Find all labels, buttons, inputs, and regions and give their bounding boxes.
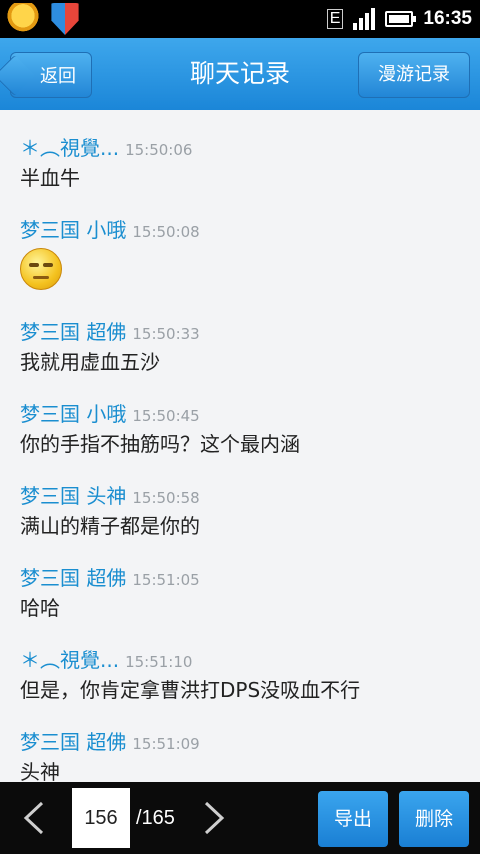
message-time: 15:50:06 <box>125 141 193 159</box>
message-time: 15:50:58 <box>132 489 200 507</box>
title-bar: 聊天记录 返回 漫游记录 <box>0 38 480 110</box>
pager-bar: 156 /165 导出 删除 <box>0 782 480 854</box>
network-type-indicator: E <box>326 9 344 29</box>
message-text: 我就用虚血五沙 <box>20 350 160 374</box>
notification-icons <box>6 3 82 35</box>
message-sender: 梦三国 超佛 <box>20 730 127 754</box>
export-button[interactable]: 导出 <box>318 791 388 847</box>
message-item: 梦三国 超佛 15:51:09 头神 <box>20 726 470 782</box>
back-button[interactable]: 返回 <box>10 52 92 98</box>
message-text: 但是，你肯定拿曹洪打DPS没吸血不行 <box>20 678 361 702</box>
back-button-label: 返回 <box>40 66 76 87</box>
message-time: 15:51:09 <box>132 735 200 753</box>
status-bar: E 16:35 <box>0 0 480 38</box>
chat-history-list[interactable]: ＊︵視覺... 15:50:06 半血牛 梦三国 小哦 15:50:08 梦三国 超… <box>0 110 480 782</box>
delete-button[interactable]: 删除 <box>399 791 469 847</box>
message-sender: 梦三国 小哦 <box>20 402 127 426</box>
message-item: 梦三国 头神 15:50:58 满山的精子都是你的 <box>20 480 470 542</box>
message-time: 15:51:05 <box>132 571 200 589</box>
message-item: ＊︵視覺... 15:51:10 但是，你肯定拿曹洪打DPS没吸血不行 <box>20 644 470 706</box>
page-number-input[interactable]: 156 <box>72 788 130 848</box>
next-page-button[interactable] <box>200 800 228 836</box>
message-sender: 梦三国 头神 <box>20 484 127 508</box>
message-sender: 梦三国 小哦 <box>20 218 127 242</box>
message-text: 哈哈 <box>20 596 60 620</box>
message-item: 梦三国 超佛 15:50:33 我就用虚血五沙 <box>20 316 470 378</box>
message-time: 15:50:33 <box>132 325 200 343</box>
message-item: 梦三国 小哦 15:50:08 <box>20 214 470 290</box>
message-time: 15:50:08 <box>132 223 200 241</box>
message-text: 满山的精子都是你的 <box>20 514 200 538</box>
qq-app-icon <box>6 3 40 35</box>
message-time: 15:51:10 <box>125 653 193 671</box>
message-text: 你的手指不抽筋吗？这个最内涵 <box>20 432 300 456</box>
status-clock: 16:35 <box>423 8 472 29</box>
message-sender: 梦三国 超佛 <box>20 320 127 344</box>
page-total: /165 <box>136 807 175 829</box>
message-item: 梦三国 小哦 15:50:45 你的手指不抽筋吗？这个最内涵 <box>20 398 470 460</box>
smug-face-emoji-icon <box>20 248 62 290</box>
message-text: 头神 <box>20 760 60 782</box>
previous-page-button[interactable] <box>20 800 48 836</box>
message-sender: ＊︵視覺... <box>20 136 120 160</box>
chevron-left-icon <box>23 801 44 835</box>
roaming-records-button[interactable]: 漫游记录 <box>358 52 470 98</box>
message-item: ＊︵視覺... 15:50:06 半血牛 <box>20 132 470 194</box>
message-text: 半血牛 <box>20 166 80 190</box>
message-item: 梦三国 超佛 15:51:05 哈哈 <box>20 562 470 624</box>
message-sender: ＊︵視覺... <box>20 648 120 672</box>
security-shield-icon <box>51 3 79 35</box>
chevron-right-icon <box>204 801 225 835</box>
battery-icon <box>385 11 417 27</box>
signal-strength-icon <box>353 8 376 30</box>
message-time: 15:50:45 <box>132 407 200 425</box>
message-sender: 梦三国 超佛 <box>20 566 127 590</box>
